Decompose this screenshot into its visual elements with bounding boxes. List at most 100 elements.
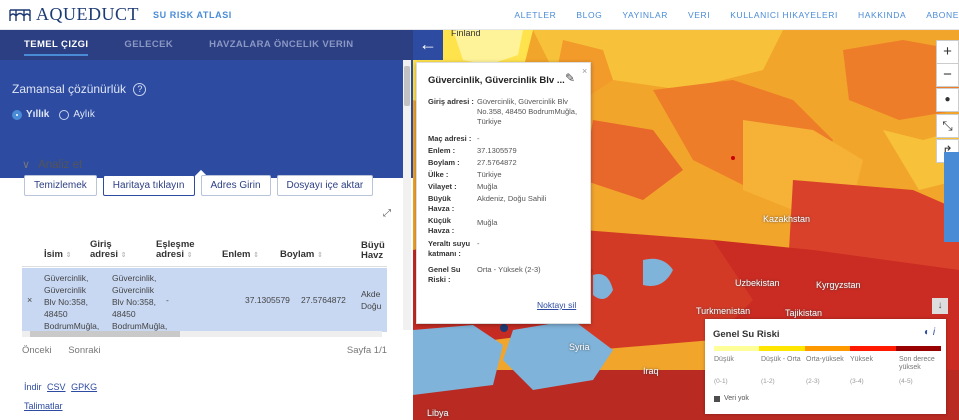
nav-subscribe[interactable]: ABONE xyxy=(926,10,959,20)
popup-title: Güvercinlik, Güvercinlik Blv ... xyxy=(428,75,565,86)
map-label-finland: Finland xyxy=(451,30,481,38)
legend-info-icon[interactable]: ◐ i xyxy=(924,327,935,338)
analyze-toggle[interactable]: ∨ Analiz et xyxy=(22,158,82,172)
clear-button[interactable]: Temizlemek xyxy=(24,175,97,196)
legend-no-data: Veri yok xyxy=(714,395,749,402)
download-gpkg-link[interactable]: GPKG xyxy=(71,382,97,392)
collapse-icon[interactable]: ⤡ xyxy=(936,114,959,138)
panel-scrollbar[interactable] xyxy=(403,60,411,330)
popup-value-major-basin: Akdeniz, Doğu Sahili xyxy=(477,194,547,203)
aqueduct-arches-icon xyxy=(9,8,31,21)
table-header: İsim ⇕ Giriş adresi ⇕ Eşleşme adresi ⇕ E… xyxy=(22,233,387,267)
radio-monthly[interactable] xyxy=(59,109,70,120)
popup-value-minor-basin: Muğla xyxy=(477,218,498,227)
analyze-buttons: Temizlemek Haritaya tıklayın Adres Girin… xyxy=(24,175,374,196)
edit-pencil-icon[interactable]: ✎ xyxy=(565,71,575,85)
legend-cat-high: Yüksek xyxy=(850,356,873,363)
legend-title: Genel Su Riski xyxy=(713,329,780,340)
cell-basin: Akde Doğu xyxy=(361,289,382,311)
download-csv-link[interactable]: CSV xyxy=(47,382,66,392)
close-icon[interactable]: × xyxy=(582,66,587,76)
map-legend: Genel Su Riski ◐ i Düşük Düşük - Orta Or… xyxy=(705,319,946,414)
enter-address-button[interactable]: Adres Girin xyxy=(200,175,271,196)
cell-input-address: Güvercinlik, Güvercinlik Blv No:358, 484… xyxy=(112,273,168,331)
expand-table-icon[interactable]: ⤢ xyxy=(383,208,391,219)
popup-value-lon: 27.5764872 xyxy=(477,158,517,167)
col-name-label: İsim xyxy=(44,249,64,260)
popup-label-aquifer: Yeraltı suyu katmanı : xyxy=(428,239,471,258)
tab-future[interactable]: GELECEK xyxy=(112,30,185,60)
zoom-out-button[interactable]: − xyxy=(936,63,959,87)
radio-yearly-label[interactable]: Yıllık xyxy=(26,109,49,120)
map-label-turkmenistan: Turkmenistan xyxy=(696,306,751,316)
zoom-in-button[interactable]: + xyxy=(936,40,959,64)
temporal-resolution-label: Zamansal çözünürlük ? xyxy=(12,82,147,97)
legend-swatch-medium-high xyxy=(804,346,851,351)
no-data-label: Veri yok xyxy=(724,395,749,402)
col-major-basin[interactable]: Büyü Havz xyxy=(361,241,387,261)
next-page-button[interactable]: Sonraki xyxy=(68,345,100,356)
col-match-address[interactable]: Eşleşme adresi ⇕ xyxy=(156,240,204,261)
back-arrow-icon[interactable]: ← xyxy=(413,30,443,60)
col-lon[interactable]: Boylam ⇕ xyxy=(280,250,336,261)
col-lon-label: Boylam xyxy=(280,249,315,260)
nav-about[interactable]: HAKKINDA xyxy=(858,10,906,20)
col-input-address[interactable]: Giriş adresi ⇕ xyxy=(90,240,130,261)
import-file-button[interactable]: Dosyayı içe aktar xyxy=(276,175,374,196)
help-icon[interactable]: ? xyxy=(133,83,147,97)
tab-baseline[interactable]: TEMEL ÇIZGI xyxy=(12,30,100,60)
col-name[interactable]: İsim ⇕ xyxy=(44,250,84,261)
aqueduct-logo[interactable]: AQUEDUCT xyxy=(9,4,139,25)
nav-tools[interactable]: ALETLER xyxy=(514,10,556,20)
delete-point-link[interactable]: Noktayı sil xyxy=(537,300,576,310)
radio-yearly[interactable] xyxy=(12,109,22,120)
cell-lat: 37.1305579 xyxy=(245,295,290,305)
download-label: İndir xyxy=(24,382,42,392)
legend-range-3: (3-4) xyxy=(850,378,864,385)
download-links: İndir CSV GPKG xyxy=(24,382,97,392)
cell-match: - xyxy=(166,295,169,305)
nav-data[interactable]: VERI xyxy=(688,10,710,20)
popup-label-input: Giriş adresi : xyxy=(428,97,474,106)
map-label-syria: Syria xyxy=(569,342,590,352)
popup-value-risk: Orta - Yüksek (2-3) xyxy=(477,265,541,274)
popup-value-match: - xyxy=(477,134,480,143)
popup-label-lon: Boylam : xyxy=(428,158,460,167)
no-data-swatch xyxy=(714,395,720,402)
col-lat[interactable]: Enlem ⇕ xyxy=(222,250,272,261)
legend-swatch-low-medium xyxy=(759,346,805,351)
popup-label-country: Ülke : xyxy=(428,170,449,179)
popup-value-province: Muğla xyxy=(477,182,498,191)
locate-icon[interactable]: ● xyxy=(936,88,959,112)
legend-swatch-high xyxy=(850,346,896,351)
legend-cat-extremely-high: Son derece yüksek xyxy=(899,356,935,371)
prev-page-button[interactable]: Önceki xyxy=(22,345,52,356)
legend-range-4: (4-5) xyxy=(899,378,913,385)
scroll-down-icon[interactable]: ↓ xyxy=(932,298,948,314)
map-label-kazakhstan: Kazakhstan xyxy=(763,214,811,224)
table-row[interactable]: × Güvercinlik, Güvercinlik Blv No:358, 4… xyxy=(22,268,387,332)
table-horizontal-scrollbar[interactable] xyxy=(22,331,382,337)
nav-publications[interactable]: YAYINLAR xyxy=(622,10,668,20)
radio-monthly-label[interactable]: Aylık xyxy=(73,109,95,120)
top-bar: AQUEDUCT SU RISK ATLASI ALETLER BLOG YAY… xyxy=(0,0,959,30)
nav-blog[interactable]: BLOG xyxy=(576,10,602,20)
map-label-tajikistan: Tajikistan xyxy=(785,308,823,318)
popup-label-risk: Genel Su Riski : xyxy=(428,265,461,284)
legend-range-2: (2-3) xyxy=(806,378,820,385)
legend-cat-low-medium: Düşük - Orta xyxy=(761,356,801,363)
top-nav: ALETLER BLOG YAYINLAR VERI KULLANICI HIK… xyxy=(494,0,959,30)
side-panel-tab[interactable] xyxy=(944,152,959,242)
map-label-libya: Libya xyxy=(427,408,449,418)
tab-prioritize-basins[interactable]: HAVZALARA ÖNCELIK VERIN xyxy=(197,30,365,60)
popup-value-input: Güvercinlik, Güvercinlik Blv No.358, 484… xyxy=(477,97,578,126)
atlas-link[interactable]: SU RISK ATLASI xyxy=(153,10,232,20)
remove-row-icon[interactable]: × xyxy=(27,294,32,306)
popup-value-country: Türkiye xyxy=(477,170,502,179)
nav-user-stories[interactable]: KULLANICI HIKAYELERI xyxy=(730,10,838,20)
legend-cat-medium-high: Orta-yüksek xyxy=(806,356,844,363)
map-label-uzbekistan: Uzbekistan xyxy=(735,278,780,288)
tab-bar: TEMEL ÇIZGI GELECEK HAVZALARA ÖNCELIK VE… xyxy=(0,30,413,60)
click-map-button[interactable]: Haritaya tıklayın xyxy=(102,175,195,196)
instructions-link[interactable]: Talimatlar xyxy=(24,401,63,411)
